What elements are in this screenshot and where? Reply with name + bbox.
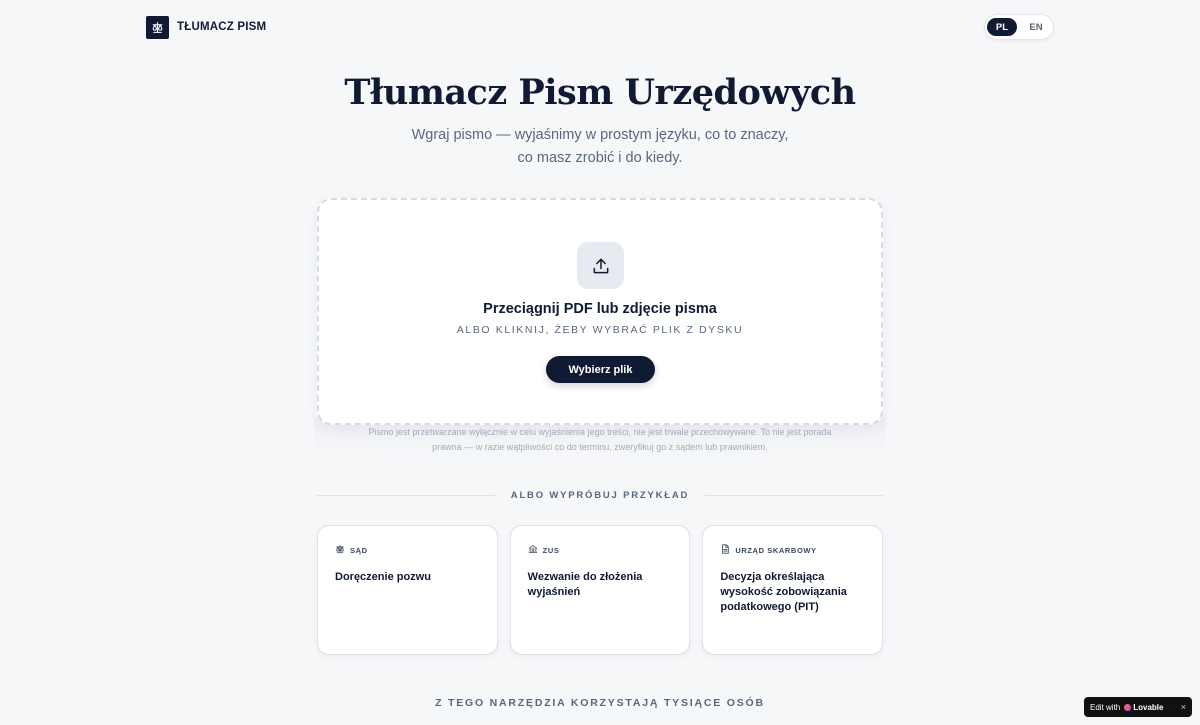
example-title: Wezwanie do złożenia wyjaśnień	[527, 571, 643, 598]
example-tag-label: URZĄD SKARBOWY	[735, 545, 817, 555]
scales-icon	[335, 544, 345, 556]
example-card-zus[interactable]: ZUS Wezwanie do złożenia wyjaśnień	[509, 525, 691, 655]
example-tag: ZUS	[528, 544, 673, 556]
disclaimer: Pismo jest przetwarzane wyłącznie w celu…	[340, 425, 860, 455]
language-en-button[interactable]: EN	[1021, 18, 1051, 36]
badge-prefix: Edit with	[1090, 702, 1121, 712]
disclaimer-line-1: Pismo jest przetwarzane wyłącznie w celu…	[368, 427, 832, 437]
example-tag-label: ZUS	[542, 545, 560, 555]
upload-dropzone[interactable]: Przeciągnij PDF lub zdjęcie pisma ALBO K…	[317, 198, 883, 425]
examples-divider: ALBO WYPRÓBUJ PRZYKŁAD	[317, 486, 884, 504]
choose-file-button[interactable]: Wybierz plik	[546, 356, 655, 383]
document-icon	[720, 544, 730, 556]
example-tag-label: SĄD	[350, 545, 368, 555]
page-subtitle: Wgraj pismo — wyjaśnimy w prostym języku…	[0, 124, 1200, 170]
header: TŁUMACZ PISM PL EN	[146, 14, 1054, 40]
example-tag: URZĄD SKARBOWY	[720, 544, 865, 556]
example-card-urzad-skarbowy[interactable]: URZĄD SKARBOWY Decyzja określająca wysok…	[702, 525, 884, 655]
examples-divider-label: ALBO WYPRÓBUJ PRZYKŁAD	[510, 489, 690, 501]
subtitle-line-1: Wgraj pismo — wyjaśnimy w prostym języku…	[411, 127, 789, 143]
example-card-sad[interactable]: SĄD Doręczenie pozwu	[317, 525, 498, 655]
scales-icon	[146, 15, 169, 39]
upload-title: Przeciągnij PDF lub zdjęcie pisma	[483, 301, 717, 317]
upload-icon	[577, 242, 624, 289]
bank-icon	[528, 544, 538, 556]
divider-line-left	[317, 494, 495, 496]
brand[interactable]: TŁUMACZ PISM	[146, 15, 267, 39]
page-title: Tłumacz Pism Urzędowych	[344, 72, 856, 113]
example-tag: SĄD	[335, 544, 480, 556]
lovable-heart-icon	[1124, 703, 1132, 711]
example-title: Doręczenie pozwu	[335, 571, 431, 583]
language-toggle: PL EN	[984, 14, 1054, 40]
badge-brand-label: Lovable	[1133, 702, 1164, 712]
close-icon[interactable]: ×	[1181, 702, 1186, 712]
edit-with-lovable-badge[interactable]: Edit with Lovable ×	[1084, 697, 1192, 717]
social-proof-heading: Z TEGO NARZĘDZIA KORZYSTAJĄ TYSIĄCE OSÓB	[435, 697, 765, 709]
divider-line-right	[705, 494, 884, 496]
subtitle-line-2: co masz zrobić i do kiedy.	[517, 150, 683, 166]
brand-name: TŁUMACZ PISM	[177, 21, 267, 33]
language-pl-button[interactable]: PL	[987, 18, 1017, 36]
example-title: Decyzja określająca wysokość zobowiązani…	[720, 571, 847, 613]
disclaimer-line-2: prawna — w razie wątpliwości co do termi…	[432, 442, 768, 452]
example-cards: SĄD Doręczenie pozwu ZUS Wezwanie do zło…	[317, 525, 884, 655]
upload-subtitle: ALBO KLIKNIJ, ŻEBY WYBRAĆ PLIK Z DYSKU	[456, 324, 744, 336]
badge-brand: Lovable	[1124, 703, 1163, 712]
